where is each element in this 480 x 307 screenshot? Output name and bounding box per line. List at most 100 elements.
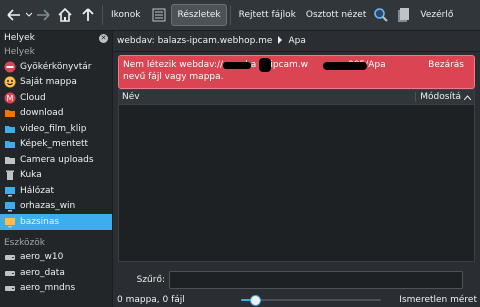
- column-header-modified-label: Módosítá: [420, 92, 461, 102]
- sidebar-item-orhazas-win[interactable]: orhazas_win: [0, 199, 112, 215]
- pictures-folder-icon: [4, 138, 16, 150]
- compact-view-icon[interactable]: [149, 4, 169, 26]
- filter-bar: Szűrő:: [113, 270, 480, 290]
- sidebar-item-download[interactable]: download: [0, 106, 112, 122]
- back-arrow-icon[interactable]: [3, 4, 25, 26]
- toolbar-separator: [229, 5, 231, 25]
- error-message-text: Nem létezik webdav://baipcam.w005/Apa ne…: [123, 59, 423, 83]
- sidebar-item-label: Cloud: [20, 92, 46, 103]
- camera-folder-icon: [4, 154, 16, 166]
- sidebar-item-saj-t-mappa[interactable]: Saját mappa: [0, 75, 112, 91]
- sidebar-item-video-film-klip[interactable]: video_film_klip: [0, 121, 112, 137]
- view-details-label: Részletek: [177, 10, 221, 20]
- network-drive-icon: [4, 200, 16, 212]
- drive-icon: [4, 282, 16, 294]
- error-text-mid2: ipcam.w: [270, 60, 308, 70]
- close-panel-icon[interactable]: ✕: [99, 33, 108, 43]
- column-header-modified[interactable]: Módosítá: [415, 92, 471, 102]
- sidebar-device-aero-mndns[interactable]: aero_mndns: [0, 281, 112, 297]
- trash-icon: [4, 169, 16, 181]
- up-arrow-icon[interactable]: [77, 4, 99, 26]
- zoom-slider-handle[interactable]: [250, 295, 261, 306]
- main-view: webdav: balazs-ipcam.webhop.me Apa Nem l…: [113, 31, 480, 307]
- redaction-mark: [323, 62, 367, 70]
- download-folder-icon: [4, 107, 16, 119]
- devices-group-header: Eszközök: [4, 237, 45, 248]
- free-space-text: Ismeretlen méret: [399, 295, 477, 305]
- hidden-files-button[interactable]: Rejtett fájlok: [234, 5, 301, 25]
- places-list: Gyökérkönyvtár Saját mappa M Cloud download v…: [0, 59, 112, 230]
- breadcrumb-current[interactable]: Apa: [288, 36, 305, 46]
- sidebar-item-label: Hálózat: [20, 185, 55, 196]
- sidebar-item-label: aero_data: [20, 267, 65, 278]
- sidebar-item-cloud[interactable]: M Cloud: [0, 90, 112, 106]
- error-close-button[interactable]: Bezárás: [428, 60, 464, 70]
- sidebar-device-aero-w10[interactable]: aero_w10: [0, 250, 112, 266]
- drive-icon: [4, 267, 16, 279]
- control-label: Vezérlő: [420, 10, 454, 20]
- sidebar-item-kuka[interactable]: Kuka: [0, 168, 112, 184]
- sidebar-item-h-l-zat[interactable]: Hálózat: [0, 183, 112, 199]
- redaction-mark: [259, 58, 271, 72]
- filter-input[interactable]: [169, 271, 463, 289]
- chevron-right-icon: [277, 35, 283, 47]
- sidebar-item-label: Képek_mentett: [20, 139, 89, 150]
- control-panel-icon[interactable]: [393, 4, 415, 26]
- control-button[interactable]: Vezérlő: [415, 5, 458, 25]
- sidebar-item-label: Kuka: [20, 170, 42, 181]
- home-icon[interactable]: [53, 4, 77, 26]
- error-text-line2: nevű fájl vagy mappa.: [123, 72, 224, 82]
- sidebar-item-label: orhazas_win: [20, 201, 76, 212]
- sidebar-item-label: aero_w10: [20, 252, 64, 263]
- cloud-icon: M: [4, 92, 16, 104]
- zoom-slider[interactable]: [241, 295, 381, 306]
- root-folder-icon: [4, 61, 16, 73]
- view-icons-label: Ikonok: [111, 10, 141, 20]
- column-headers: Név Módosítá: [119, 90, 474, 105]
- sort-chevron-icon: [464, 94, 471, 100]
- zoom-slider-track: [241, 299, 381, 301]
- sidebar-item-label: download: [20, 108, 64, 119]
- main-toolbar: Ikonok Részletek Rejtett fájlok Osztott …: [0, 0, 480, 31]
- breadcrumb-path[interactable]: webdav: balazs-ipcam.webhop.me: [117, 36, 272, 46]
- file-list-view[interactable]: Név Módosítá: [118, 89, 475, 262]
- error-message-box: Nem létezik webdav://baipcam.w005/Apa ne…: [118, 55, 475, 89]
- search-icon[interactable]: [371, 4, 391, 26]
- chevron-down-icon[interactable]: [25, 4, 33, 26]
- forward-arrow-icon[interactable]: [33, 4, 53, 26]
- sidebar-item-label: bazsinas: [20, 216, 60, 227]
- split-view-label: Osztott nézet: [305, 10, 367, 20]
- sidebar-item-bazsinas[interactable]: bazsinas: [0, 214, 112, 230]
- sidebar-item-k-pek-mentett[interactable]: Képek_mentett: [0, 137, 112, 153]
- sidebar-item-label: video_film_klip: [20, 123, 87, 134]
- breadcrumb: webdav: balazs-ipcam.webhop.me Apa: [113, 31, 480, 52]
- view-icons-button[interactable]: Ikonok: [106, 5, 145, 25]
- status-text: 0 mappa, 0 fájl: [117, 295, 185, 305]
- error-text-start: Nem létezik webdav://: [123, 60, 224, 70]
- filter-label: Szűrő:: [136, 275, 165, 285]
- sidebar-device-aero-data[interactable]: aero_data: [0, 265, 112, 281]
- drive-icon: [4, 251, 16, 263]
- status-bar: 0 mappa, 0 fájl Ismeretlen méret: [113, 293, 480, 307]
- sidebar-item-gy-k-rk-nyvt-r[interactable]: Gyökérkönyvtár: [0, 59, 112, 75]
- svg-text:M: M: [7, 94, 14, 103]
- redaction-mark: [223, 62, 251, 69]
- sidebar-item-camera-uploads[interactable]: Camera uploads: [0, 152, 112, 168]
- view-details-button[interactable]: Részletek: [171, 4, 227, 26]
- devices-list: aero_w10 aero_data aero_mndns: [0, 250, 112, 297]
- video-folder-icon: [4, 123, 16, 135]
- places-panel: Helyek ✕ Helyek Gyökérkönyvtár Saját mapp…: [0, 31, 113, 307]
- places-group-header: Helyek: [4, 47, 35, 57]
- sidebar-item-label: Saját mappa: [20, 77, 77, 88]
- sidebar-item-label: aero_mndns: [20, 283, 76, 294]
- places-panel-title: Helyek ✕: [0, 31, 112, 45]
- split-view-button[interactable]: Osztott nézet: [301, 5, 371, 25]
- places-panel-title-text: Helyek: [4, 33, 35, 43]
- network-drive-icon: [4, 216, 16, 228]
- hidden-files-label: Rejtett fájlok: [238, 10, 296, 20]
- sidebar-item-label: Gyökérkönyvtár: [20, 61, 92, 72]
- sidebar-item-label: Camera uploads: [20, 154, 94, 165]
- toolbar-separator: [102, 5, 103, 25]
- column-header-name[interactable]: Név: [122, 92, 140, 102]
- network-icon: [4, 185, 16, 197]
